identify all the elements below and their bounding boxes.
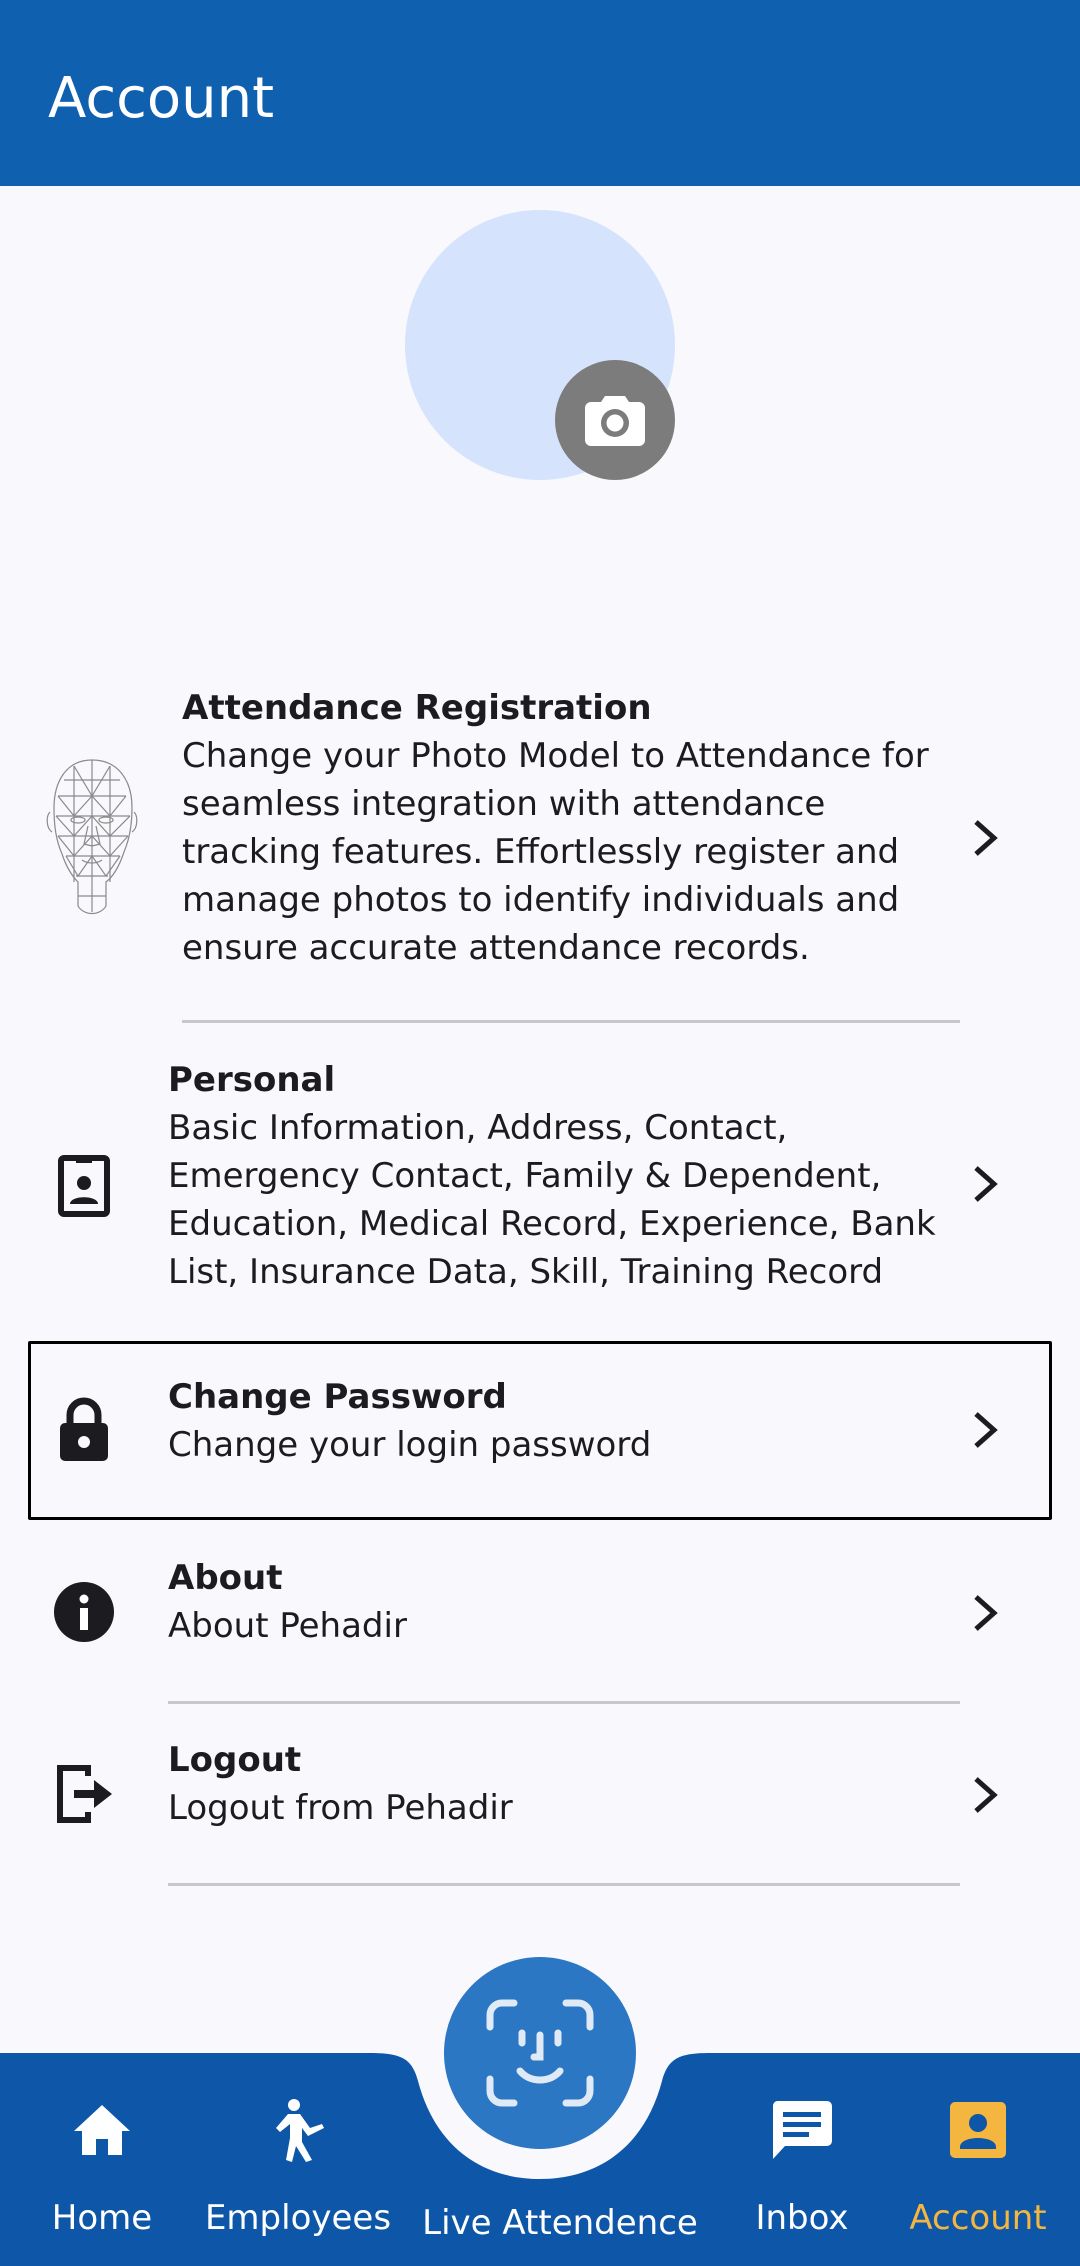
chevron-right-icon <box>960 1159 1010 1209</box>
nav-label: Employees <box>204 2198 392 2238</box>
nav-label: Account <box>909 2198 1047 2238</box>
change-password-item[interactable]: Change Password Change your login passwo… <box>0 1341 1080 1520</box>
personal-desc-line: List, Insurance Data, Skill, Training Re… <box>168 1252 884 1292</box>
about-desc: About Pehadir <box>168 1606 407 1646</box>
nav-inbox[interactable]: Inbox <box>742 2053 862 2266</box>
change-password-title: Change Password <box>168 1377 507 1417</box>
attendance-registration-desc-line: manage photos to identify individuals an… <box>182 880 900 920</box>
app-bar: Account <box>0 0 1080 186</box>
about-title: About <box>168 1558 283 1598</box>
nav-live-attendance[interactable]: Live Attendence <box>420 2053 700 2266</box>
nav-label: Inbox <box>755 2198 849 2238</box>
chevron-right-icon <box>960 1770 1010 1820</box>
account-box-icon <box>943 2095 1013 2165</box>
lock-icon <box>54 1395 114 1465</box>
chevron-right-icon <box>960 1588 1010 1638</box>
chat-message-icon <box>767 2095 837 2165</box>
logout-desc: Logout from Pehadir <box>168 1788 513 1828</box>
logout-icon <box>52 1762 116 1826</box>
chevron-right-icon <box>960 813 1010 863</box>
face-mesh-head-icon <box>40 754 144 924</box>
attendance-registration-desc-line: Change your Photo Model to Attendance fo… <box>182 736 929 776</box>
divider <box>182 1020 960 1023</box>
page-title: Account <box>48 66 275 131</box>
person-walking-icon <box>263 2095 333 2165</box>
change-photo-button[interactable] <box>555 360 675 480</box>
personal-title: Personal <box>168 1060 336 1100</box>
change-password-desc: Change your login password <box>168 1425 652 1465</box>
attendance-registration-desc-line: tracking features. Effortlessly register… <box>182 832 900 872</box>
nav-home[interactable]: Home <box>30 2053 174 2266</box>
chevron-right-icon <box>960 1405 1010 1455</box>
attendance-registration-desc-line: seamless integration with attendance <box>182 784 826 824</box>
personal-desc-line: Emergency Contact, Family & Dependent, <box>168 1156 882 1196</box>
nav-employees[interactable]: Employees <box>200 2053 396 2266</box>
attendance-registration-item[interactable]: Attendance Registration Change your Phot… <box>0 680 1080 980</box>
nav-account[interactable]: Account <box>898 2053 1058 2266</box>
attendance-registration-title: Attendance Registration <box>182 688 652 728</box>
home-icon <box>67 2095 137 2165</box>
info-icon <box>52 1580 116 1644</box>
about-item[interactable]: About About Pehadir <box>0 1522 1080 1698</box>
nav-label: Live Attendence <box>422 2203 698 2243</box>
personal-desc-line: Education, Medical Record, Experience, B… <box>168 1204 936 1244</box>
camera-icon <box>585 396 645 446</box>
personal-item[interactable]: Personal Basic Information, Address, Con… <box>0 1050 1080 1300</box>
contact-badge-icon <box>54 1154 114 1218</box>
logout-title: Logout <box>168 1740 302 1780</box>
personal-desc-line: Basic Information, Address, Contact, <box>168 1108 788 1148</box>
nav-label: Home <box>51 2198 153 2238</box>
attendance-registration-desc-line: ensure accurate attendance records. <box>182 928 810 968</box>
divider <box>168 1883 960 1886</box>
logout-item[interactable]: Logout Logout from Pehadir <box>0 1704 1080 1884</box>
